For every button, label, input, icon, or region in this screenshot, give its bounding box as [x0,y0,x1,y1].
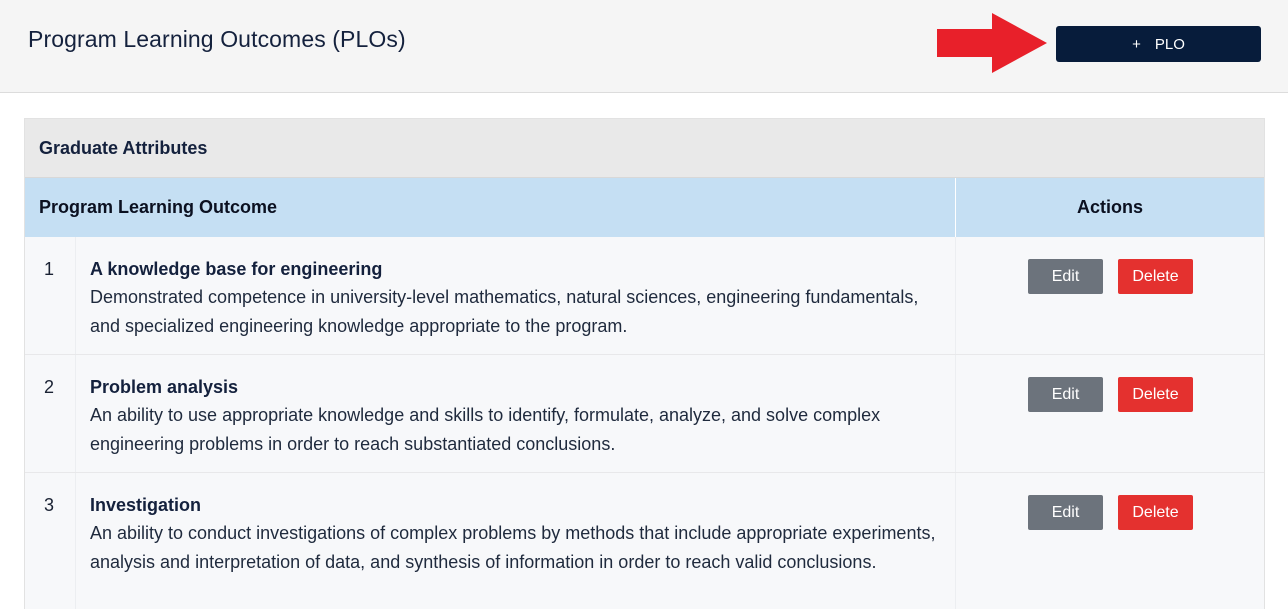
row-number: 3 [25,473,76,609]
column-header-outcome: Program Learning Outcome [25,178,956,237]
row-number: 1 [25,237,76,354]
plo-title: Problem analysis [90,377,239,397]
row-actions: Edit Delete [956,355,1264,472]
plo-title: A knowledge base for engineering [90,259,383,279]
row-content: A knowledge base for engineering Demonst… [76,237,956,354]
row-content: Problem analysis An ability to use appro… [76,355,956,472]
delete-button[interactable]: Delete [1118,495,1193,530]
edit-button[interactable]: Edit [1028,495,1103,530]
table-row: 1 A knowledge base for engineering Demon… [25,237,1264,355]
plo-description: An ability to conduct investigations of … [90,523,936,572]
add-plo-label: PLO [1154,35,1185,53]
row-content: Investigation An ability to conduct inve… [76,473,956,609]
table-header: Program Learning Outcome Actions [25,178,1264,237]
table-row: 3 Investigation An ability to conduct in… [25,473,1264,609]
edit-button[interactable]: Edit [1028,377,1103,412]
delete-button[interactable]: Delete [1118,377,1193,412]
row-number: 2 [25,355,76,472]
table-row: 2 Problem analysis An ability to use app… [25,355,1264,473]
row-actions: Edit Delete [956,237,1264,354]
edit-button[interactable]: Edit [1028,259,1103,294]
plo-table-card: Graduate Attributes Program Learning Out… [24,118,1265,609]
section-title: Graduate Attributes [25,119,1264,178]
page-title: Program Learning Outcomes (PLOs) [28,26,406,52]
plo-title: Investigation [90,495,202,515]
page-header: Program Learning Outcomes (PLOs) + PLO [0,0,1288,93]
add-plo-button[interactable]: + PLO [1056,26,1261,62]
row-actions: Edit Delete [956,473,1264,609]
column-header-actions: Actions [1076,197,1143,217]
plo-description: An ability to use appropriate knowledge … [90,405,881,454]
plus-icon: + [1132,35,1141,53]
plo-description: Demonstrated competence in university-le… [90,287,919,336]
arrow-annotation-icon [936,12,1048,74]
delete-button[interactable]: Delete [1118,259,1193,294]
